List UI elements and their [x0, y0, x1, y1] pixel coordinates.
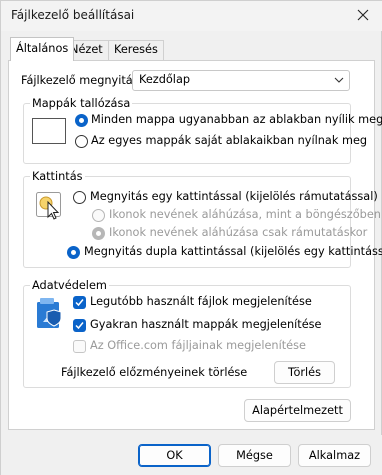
frequent-folders-label: Gyakran használt mappák megjelenítése: [90, 318, 322, 331]
browse-folders-title: Mappák tallózása: [30, 97, 133, 110]
chevron-down-icon: [334, 77, 344, 83]
click-items-title: Kattintás: [30, 170, 85, 183]
recent-files-label: Legutóbb használt fájlok megjelenítése: [90, 295, 312, 308]
tab-search[interactable]: Keresés: [108, 40, 164, 60]
ok-button[interactable]: OK: [138, 444, 211, 467]
radio-double-click[interactable]: [67, 246, 80, 259]
own-window-label: Az egyes mappák saját ablakaikban nyílna…: [91, 134, 368, 147]
window-title: Fájlkezelő beállításai: [11, 8, 135, 22]
single-click-label: Megnyitás egy kattintással (kijelölés rá…: [90, 190, 378, 203]
checkmark-icon: [75, 299, 84, 307]
clear-history-button[interactable]: Törlés: [274, 361, 335, 384]
checkbox-office-files[interactable]: [73, 340, 86, 353]
open-explorer-label: Fájlkezelő megnyitása:: [21, 74, 150, 87]
clear-history-label: Fájlkezelő előzményeinek törlése: [61, 366, 248, 379]
restore-defaults-button[interactable]: Alapértelmezett: [244, 399, 351, 422]
open-explorer-value: Kezdőlap: [139, 73, 191, 86]
double-click-label: Megnyitás dupla kattintással (kijelölés …: [84, 245, 382, 258]
radio-underline-browser[interactable]: [92, 209, 105, 222]
office-files-label: Az Office.com fájljainak megjelenítése: [90, 339, 306, 352]
underline-hover-label: Ikonok nevének aláhúzása csak rámutatásk…: [109, 226, 368, 239]
radio-underline-hover[interactable]: [92, 227, 105, 240]
radio-same-window[interactable]: [75, 114, 88, 127]
radio-own-window[interactable]: [75, 135, 88, 148]
title-bar: Fájlkezelő beállításai: [1, 1, 382, 31]
apply-button[interactable]: Alkalmaz: [298, 444, 371, 467]
folder-options-dialog: Fájlkezelő beállításai Általános Nézet K…: [0, 0, 382, 475]
open-explorer-select[interactable]: Kezdőlap: [132, 70, 350, 91]
privacy-title: Adatvédelem: [30, 279, 109, 292]
privacy-icon: [37, 298, 62, 328]
checkmark-icon: [75, 322, 84, 330]
window-icon: [32, 118, 66, 144]
close-button[interactable]: [351, 4, 375, 26]
radio-single-click[interactable]: [73, 191, 86, 204]
underline-browser-label: Ikonok nevének aláhúzása, mint a böngész…: [109, 208, 381, 221]
cancel-button[interactable]: Mégse: [218, 444, 291, 467]
tab-general[interactable]: Általános: [10, 37, 75, 61]
click-pointer-icon: [36, 192, 61, 220]
checkbox-frequent-folders[interactable]: [73, 319, 86, 332]
checkbox-recent-files[interactable]: [73, 296, 86, 309]
same-window-label: Minden mappa ugyanabban az ablakban nyíl…: [91, 113, 382, 126]
close-icon: [357, 9, 369, 21]
